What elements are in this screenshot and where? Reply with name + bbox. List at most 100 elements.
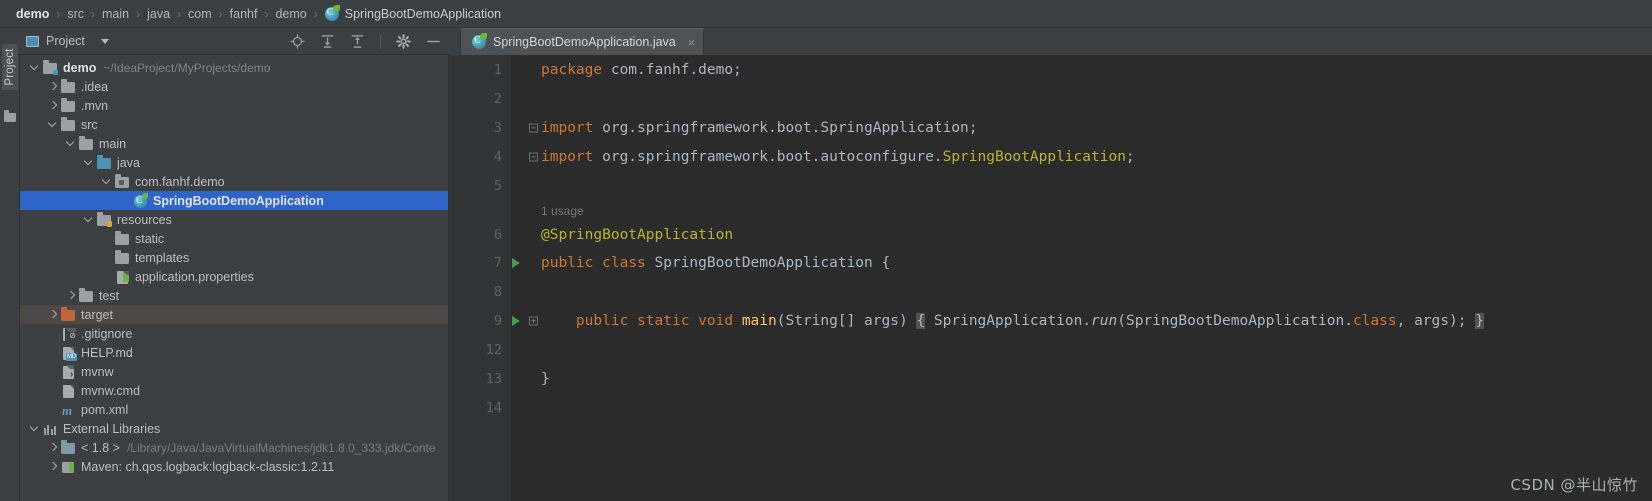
tree-row-mvnw-cmd[interactable]: mvnw.cmd	[20, 381, 448, 400]
breadcrumb-item-5[interactable]: fanhf	[226, 7, 262, 21]
tree-row-templates[interactable]: templates	[20, 248, 448, 267]
chevron-down-icon[interactable]	[84, 214, 95, 225]
tree-row-springbootdemoapplication[interactable]: SpringBootDemoApplication	[20, 191, 448, 210]
line-number: 2	[493, 90, 502, 107]
chevron-right-icon[interactable]	[48, 81, 59, 92]
toolbar-divider	[380, 33, 381, 49]
tree-row-path: ~/IdeaProject/MyProjects/demo	[103, 60, 271, 75]
code-line-8: 8	[449, 277, 1652, 306]
breadcrumb-item-3[interactable]: java	[143, 7, 174, 21]
chevron-down-icon[interactable]	[30, 62, 41, 73]
code-line-4: 4 − import org.springframework.boot.auto…	[449, 142, 1652, 171]
tree-row-static[interactable]: static	[20, 229, 448, 248]
collapse-all-icon[interactable]	[350, 34, 365, 49]
breadcrumb-item-6[interactable]: demo	[271, 7, 310, 21]
chevron-down-icon[interactable]	[66, 138, 77, 149]
fold-collapse-icon[interactable]: −	[529, 152, 538, 161]
chevron-down-icon[interactable]	[48, 119, 59, 130]
breadcrumb-separator: ›	[218, 6, 223, 21]
tree-row-idea[interactable]: .idea	[20, 77, 448, 96]
keyword-class: class	[1352, 312, 1397, 329]
breadcrumb-item-4[interactable]: com	[184, 7, 216, 21]
line-number: 6	[493, 227, 502, 243]
run-method-icon[interactable]	[512, 315, 520, 326]
editor-tab-label: SpringBootDemoApplication.java	[493, 35, 676, 49]
usage-count-hint[interactable]: 1 usage	[541, 204, 584, 218]
chevron-right-icon[interactable]	[48, 442, 59, 453]
keyword-public: public	[541, 254, 594, 271]
tree-row-mvnw[interactable]: mvnw	[20, 362, 448, 381]
tree-row-test[interactable]: test	[20, 286, 448, 305]
tree-row-target[interactable]: target	[20, 305, 448, 324]
breadcrumb-separator: ›	[264, 6, 269, 21]
open-brace: {	[881, 254, 891, 271]
fold-collapse-icon[interactable]: −	[529, 123, 538, 132]
tree-row-label: test	[99, 288, 120, 303]
tree-row-external-libraries[interactable]: External Libraries	[20, 419, 448, 438]
folder-icon[interactable]	[4, 110, 16, 122]
hide-panel-icon[interactable]	[426, 34, 441, 49]
stripe-button-project[interactable]: Project	[2, 44, 18, 90]
tree-row-label: application.properties	[135, 269, 254, 284]
tree-row-maven-ch-qos-logback-logback-classic-1-2-11[interactable]: Maven: ch.qos.logback:logback-classic:1.…	[20, 457, 448, 476]
tree-row-resources[interactable]: resources	[20, 210, 448, 229]
tree-row-label: demo	[63, 60, 97, 75]
watermark: CSDN @半山惊竹	[1510, 476, 1638, 494]
project-tree[interactable]: demo ~/IdeaProject/MyProjects/demo .idea .m…	[20, 55, 449, 501]
expand-all-icon[interactable]	[320, 34, 335, 49]
external-libraries-icon	[43, 422, 58, 436]
breadcrumb-item-1[interactable]: src	[63, 7, 88, 21]
tree-row-mvn[interactable]: .mvn	[20, 96, 448, 115]
breadcrumb-item-0[interactable]: demo	[12, 7, 53, 21]
tree-row-path: /Library/Java/JavaVirtualMachines/jdk1.8…	[126, 440, 436, 455]
breadcrumb-separator: ›	[56, 6, 61, 21]
tree-row-main[interactable]: main	[20, 134, 448, 153]
tree-row-label: java	[117, 155, 140, 170]
tree-row-application-properties[interactable]: application.properties	[20, 267, 448, 286]
close-icon[interactable]: ×	[688, 36, 696, 49]
tree-row-java[interactable]: java	[20, 153, 448, 172]
chevron-right-icon[interactable]	[48, 461, 59, 472]
project-panel-title[interactable]: Project	[26, 34, 109, 48]
chevron-down-icon[interactable]	[84, 157, 95, 168]
keyword-package: package	[541, 61, 603, 78]
package-icon	[115, 174, 130, 189]
tree-row-label: com.fanhf.demo	[135, 174, 225, 189]
tree-row-demo[interactable]: demo ~/IdeaProject/MyProjects/demo	[20, 58, 448, 77]
tree-row-help-md[interactable]: MD HELP.md	[20, 343, 448, 362]
tree-row-pom-xml[interactable]: m pom.xml	[20, 400, 448, 419]
fold-expand-icon[interactable]: +	[529, 316, 538, 325]
line-number: 4	[493, 148, 502, 165]
tree-row-com-fanhf-demo[interactable]: com.fanhf.demo	[20, 172, 448, 191]
chevron-right-icon[interactable]	[48, 100, 59, 111]
tree-row-label: HELP.md	[81, 345, 133, 360]
editor-tab-bar: SpringBootDemoApplication.java ×	[450, 28, 1652, 55]
chevron-right-icon[interactable]	[48, 309, 59, 320]
tree-row-1-8[interactable]: < 1.8 > /Library/Java/JavaVirtualMachines…	[20, 438, 448, 457]
call-object: SpringApplication.	[933, 312, 1092, 329]
editor-tab[interactable]: SpringBootDemoApplication.java ×	[460, 28, 705, 55]
chevron-right-icon[interactable]	[66, 290, 77, 301]
chevron-down-icon[interactable]	[30, 423, 41, 434]
run-class-icon[interactable]	[512, 257, 520, 268]
settings-gear-icon[interactable]	[396, 33, 411, 49]
keyword-class: class	[602, 254, 646, 271]
tree-row-gitignore[interactable]: .gitignore	[20, 324, 448, 343]
tree-row-src[interactable]: src	[20, 115, 448, 134]
code-editor[interactable]: 1 package com.fanhf.demo; 2 3 − import o…	[449, 55, 1652, 501]
breadcrumb-item-2[interactable]: main	[98, 7, 133, 21]
line-number: 9	[493, 312, 502, 329]
spring-class-icon	[472, 33, 487, 49]
project-toolbar-icons	[290, 33, 450, 49]
line-number: 8	[493, 283, 502, 300]
inlay-hint-row: 1 usage	[449, 200, 1652, 222]
breadcrumb-item-leaf[interactable]: SpringBootDemoApplication	[321, 4, 505, 21]
code-line-6: 6 @SpringBootApplication	[449, 222, 1652, 248]
tree-row-label: .idea	[81, 79, 109, 94]
locate-icon[interactable]	[290, 33, 305, 49]
chevron-down-icon[interactable]	[100, 38, 109, 44]
chevron-down-icon[interactable]	[102, 176, 113, 187]
